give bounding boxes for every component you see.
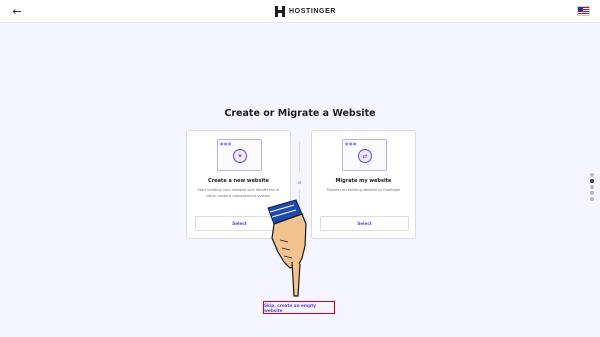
skip-create-empty-website-link[interactable]: Skip, create an empty website [263,301,335,314]
card-title: Migrate my website [335,178,392,184]
pointing-hand-icon [267,199,307,297]
hostinger-logo[interactable]: HOSTINGER [275,5,336,17]
step-dot-active[interactable] [590,179,594,183]
us-flag-icon[interactable] [577,6,590,16]
migrate-website-card[interactable]: ●●● ⇄ Migrate my website Transfer an exi… [311,130,416,239]
back-arrow-icon[interactable]: ← [10,4,24,18]
hostinger-logo-mark-icon [275,5,285,17]
step-dot[interactable] [590,191,594,195]
progress-stepper [590,173,596,203]
step-dot[interactable] [590,185,594,189]
card-description: Transfer an existing website to Hostinge… [326,188,401,192]
top-bar: ← HOSTINGER [0,0,600,23]
page-title: Create or Migrate a Website [224,108,376,119]
window-dots: ●●● [345,141,357,146]
divider-line [299,142,300,172]
magic-wand-icon: ✦ [233,149,247,163]
card-title: Create a new website [208,178,269,184]
browser-illustration: ●●● ✦ [217,139,262,171]
step-dot[interactable] [590,197,594,201]
browser-illustration: ●●● ⇄ [342,139,387,171]
window-dots: ●●● [220,141,232,146]
step-dot[interactable] [590,173,594,177]
or-separator: or [297,180,302,185]
logo-text: HOSTINGER [289,7,337,15]
select-migrate-button[interactable]: Select [320,216,409,231]
transfer-arrows-icon: ⇄ [358,149,372,163]
